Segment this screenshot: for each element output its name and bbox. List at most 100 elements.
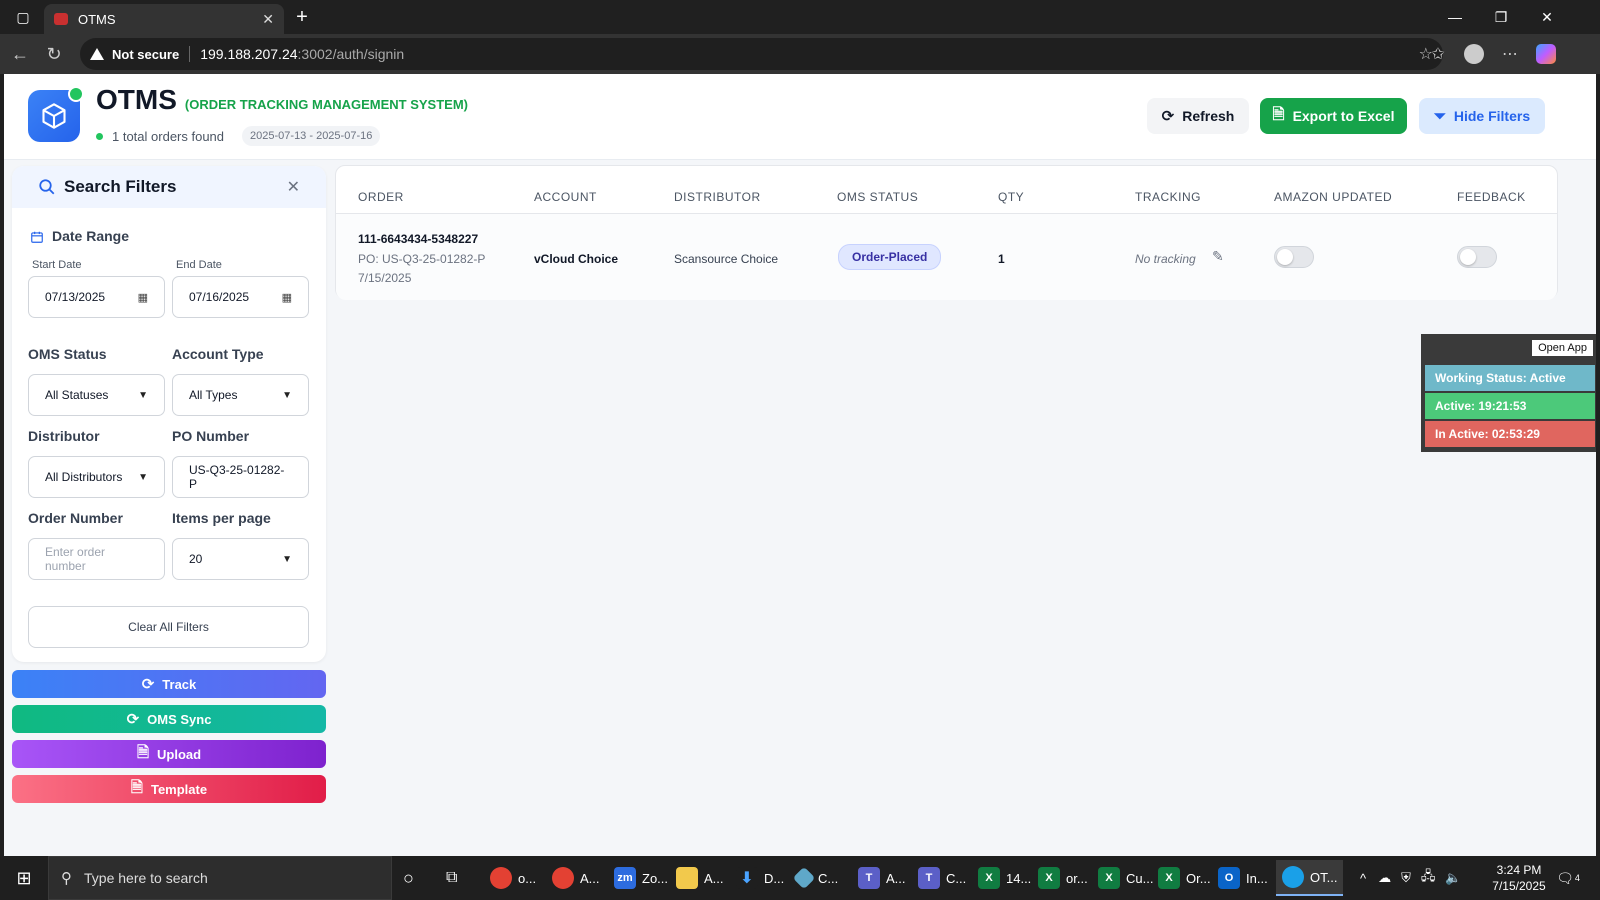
- clear-all-filters-button[interactable]: Clear All Filters: [28, 606, 309, 648]
- taskbar-app-excel-2[interactable]: Xor...: [1038, 860, 1088, 896]
- taskbar-app-c[interactable]: C...: [792, 860, 838, 896]
- oms-status-select[interactable]: All Statuses ▼: [28, 374, 165, 416]
- trend-badge-icon: [68, 86, 84, 102]
- order-number-input[interactable]: Enter order number: [28, 538, 165, 580]
- tab-close-icon[interactable]: ✕: [262, 11, 274, 28]
- teams-icon: T: [918, 867, 940, 889]
- network-icon[interactable]: 🖧: [1421, 867, 1436, 889]
- column-header-tracking[interactable]: TRACKING: [1135, 190, 1201, 204]
- taskbar-app-excel-4[interactable]: X Or...: [1158, 860, 1211, 896]
- account-type-select[interactable]: All Types ▼: [172, 374, 309, 416]
- cortana-icon[interactable]: ○: [403, 860, 414, 896]
- favorites-icon[interactable]: ✩: [1424, 40, 1452, 68]
- column-header-feedback[interactable]: FEEDBACK: [1457, 190, 1526, 204]
- url-field[interactable]: Not secure 199.188.207.24 :3002/auth/sig…: [80, 38, 1443, 70]
- taskbar-clock[interactable]: 3:24 PM 7/15/2025: [1484, 862, 1554, 894]
- column-header-qty[interactable]: QTY: [998, 190, 1024, 204]
- taskbar-app-excel-3[interactable]: X Cu...: [1098, 860, 1153, 896]
- browser-tab-bar: ▢ OTMS ✕ + — ❐ ✕: [0, 0, 1600, 34]
- status-dot-icon: [96, 132, 103, 140]
- taskbar-app-teams[interactable]: T A...: [858, 860, 906, 896]
- items-per-page-select[interactable]: 20 ▼: [172, 538, 309, 580]
- minimize-icon[interactable]: —: [1432, 0, 1478, 34]
- taskbar-app-downloads[interactable]: ⬇ D...: [736, 860, 784, 896]
- taskbar-app-excel[interactable]: X 14...: [978, 860, 1031, 896]
- distributor-select[interactable]: All Distributors ▼: [28, 456, 165, 498]
- start-date-input[interactable]: 07/13/2025 ▦: [28, 276, 165, 318]
- oms-status-label: OMS Status: [28, 346, 107, 362]
- chevron-up-icon[interactable]: ^: [1360, 871, 1366, 886]
- tab-title: OTMS: [78, 11, 116, 27]
- more-menu-icon[interactable]: ⋯: [1496, 40, 1524, 68]
- column-header-oms-status[interactable]: OMS STATUS: [837, 190, 918, 204]
- amazon-updated-toggle[interactable]: [1274, 246, 1314, 268]
- calendar-picker-icon[interactable]: ▦: [138, 291, 148, 304]
- taskbar-app-chrome[interactable]: o...: [490, 860, 536, 896]
- refresh-button[interactable]: ⟳ Refresh: [1147, 98, 1249, 134]
- volume-icon[interactable]: 🔈: [1445, 870, 1461, 886]
- reload-icon[interactable]: ↻: [40, 40, 68, 68]
- filters-title: Search Filters: [64, 177, 177, 196]
- security-label[interactable]: Not secure: [112, 47, 179, 62]
- working-status-bar: Working Status: Active: [1425, 365, 1595, 391]
- hide-filters-button[interactable]: ⏷ Hide Filters: [1419, 98, 1545, 134]
- open-app-button[interactable]: Open App: [1532, 340, 1593, 356]
- security-tray-icon[interactable]: ⛨: [1401, 870, 1411, 886]
- close-filters-icon[interactable]: ✕: [287, 177, 300, 197]
- edit-tracking-icon[interactable]: ✎: [1212, 248, 1224, 265]
- app-logo: [28, 86, 84, 142]
- box-icon: [42, 103, 66, 129]
- order-date: 7/15/2025: [358, 271, 412, 285]
- new-tab-icon[interactable]: +: [290, 6, 314, 30]
- taskbar-app-edge[interactable]: OT...: [1276, 860, 1344, 896]
- table-row[interactable]: [336, 214, 1557, 300]
- track-button[interactable]: ⟳ Track: [12, 670, 326, 698]
- order-number-label: Order Number: [28, 510, 123, 526]
- template-button[interactable]: 🗎 Template: [12, 775, 326, 803]
- app-page: OTMS (ORDER TRACKING MANAGEMENT SYSTEM) …: [4, 74, 1596, 856]
- feedback-toggle[interactable]: [1457, 246, 1497, 268]
- po-number-label: PO Number: [172, 428, 250, 444]
- clock-time: 3:24 PM: [1496, 863, 1542, 877]
- back-icon[interactable]: ←: [6, 40, 34, 68]
- account-type-label: Account Type: [172, 346, 264, 362]
- notifications-icon[interactable]: 🗨 4: [1556, 866, 1580, 890]
- end-date-input[interactable]: 07/16/2025 ▦: [172, 276, 309, 318]
- taskbar-app-zoom[interactable]: zm Zo...: [614, 860, 668, 896]
- taskbar-app-chrome-2[interactable]: A...: [552, 860, 600, 896]
- order-number[interactable]: 111-6643434-5348227: [358, 232, 478, 246]
- column-header-order[interactable]: ORDER: [358, 190, 404, 204]
- onedrive-icon[interactable]: ☁: [1378, 870, 1391, 886]
- filter-icon: ⏷: [1433, 107, 1446, 125]
- column-header-account[interactable]: ACCOUNT: [534, 190, 597, 204]
- taskbar-app-teams-2[interactable]: T C...: [918, 860, 966, 896]
- order-summary: 1 total orders found 2025-07-13 - 2025-0…: [96, 126, 381, 146]
- distributor-label: Distributor: [28, 428, 100, 444]
- copilot-icon[interactable]: [1532, 40, 1560, 68]
- end-date-label: End Date: [176, 259, 222, 271]
- order-po: PO: US-Q3-25-01282-P: [358, 252, 486, 266]
- inactive-time-bar: In Active: 02:53:29: [1425, 421, 1595, 447]
- column-header-amazon-updated[interactable]: AMAZON UPDATED: [1274, 190, 1392, 204]
- upload-button[interactable]: 🗎 Upload: [12, 740, 326, 768]
- profile-icon[interactable]: [1460, 40, 1488, 68]
- taskbar-app-outlook[interactable]: O In...: [1218, 860, 1268, 896]
- export-to-excel-button[interactable]: 🗎 Export to Excel: [1260, 98, 1407, 134]
- window-close-icon[interactable]: ✕: [1524, 0, 1570, 34]
- task-view-icon[interactable]: ⧉: [446, 860, 457, 896]
- po-number-input[interactable]: US-Q3-25-01282-P: [172, 456, 309, 498]
- column-header-distributor[interactable]: DISTRIBUTOR: [674, 190, 761, 204]
- warning-icon: [90, 48, 104, 60]
- start-date-label: Start Date: [32, 259, 82, 271]
- tab-actions-icon[interactable]: ▢: [0, 0, 46, 34]
- windows-start-icon[interactable]: ⊞: [0, 856, 48, 900]
- calendar-picker-icon[interactable]: ▦: [282, 291, 292, 304]
- taskbar-app-explorer[interactable]: A...: [676, 860, 724, 896]
- browser-tab-otms[interactable]: OTMS ✕: [44, 4, 284, 34]
- url-path: :3002/auth/signin: [297, 46, 405, 62]
- teams-icon: T: [858, 867, 880, 889]
- oms-sync-button[interactable]: ⟳ OMS Sync: [12, 705, 326, 733]
- restore-icon[interactable]: ❐: [1478, 0, 1524, 34]
- taskbar-search-input[interactable]: ⚲ Type here to search: [48, 856, 392, 900]
- clock-date: 7/15/2025: [1492, 879, 1546, 893]
